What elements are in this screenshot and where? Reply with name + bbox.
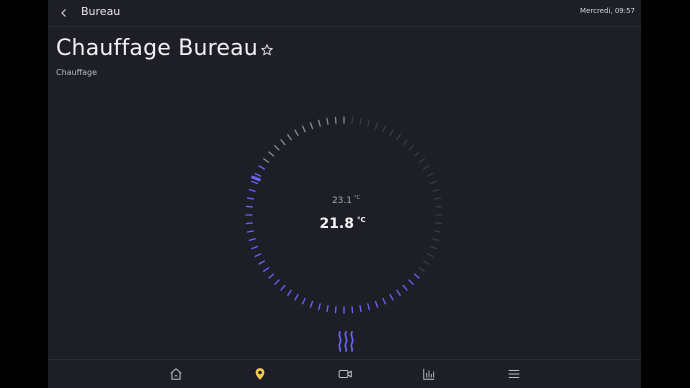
page-title: Chauffage Bureau — [56, 36, 258, 61]
nav-location[interactable] — [250, 365, 270, 383]
dial-tick — [246, 197, 255, 200]
dial-tick — [287, 134, 292, 141]
dial-tick — [418, 158, 425, 163]
heat-waves-icon — [338, 331, 354, 352]
dial-tick — [309, 122, 314, 130]
dial-tick — [408, 145, 414, 151]
dial-tick — [413, 273, 420, 279]
dial-ticks — [245, 116, 443, 314]
current-unit: °C — [357, 216, 366, 224]
room-title: Bureau — [81, 5, 121, 18]
star-icon — [261, 44, 273, 56]
dial-tick — [301, 125, 306, 133]
dial-tick — [423, 165, 430, 170]
dial-tick — [396, 134, 401, 141]
page-subtitle: Chauffage — [56, 68, 98, 77]
dial-tick — [251, 180, 259, 185]
dial-tick — [396, 289, 401, 296]
dial-tick — [389, 294, 394, 301]
dial-tick — [246, 230, 255, 233]
home-icon — [170, 368, 182, 380]
dial-tick — [426, 172, 434, 177]
dial-tick — [263, 158, 270, 163]
top-bar: Bureau Mercredi, 09:57 — [48, 0, 641, 27]
dial-tick — [382, 297, 387, 305]
thermostat-dial[interactable]: 23.1 °C 21.8 °C — [244, 115, 444, 315]
dial-tick — [359, 117, 362, 126]
dial-tick — [254, 253, 262, 258]
target-temperature: 23.1 — [332, 196, 352, 206]
dial-tick — [367, 119, 371, 127]
date-time: Mercredi, 09:57 — [580, 7, 635, 15]
dial-tick — [374, 300, 379, 308]
app-window: Bureau Mercredi, 09:57 Chauffage Bureau … — [48, 0, 641, 388]
camera-icon — [338, 370, 352, 378]
dial-tick — [274, 279, 280, 285]
heating-mode-button[interactable] — [336, 330, 356, 352]
bottom-navigation — [48, 359, 641, 388]
dial-tick — [268, 273, 275, 279]
dial-tick — [434, 205, 443, 208]
dial-tick — [326, 304, 329, 313]
dial-tick — [280, 284, 286, 291]
dial-tick — [268, 151, 275, 157]
back-button[interactable] — [56, 5, 72, 21]
chart-icon — [423, 368, 435, 380]
favorite-button[interactable] — [260, 42, 274, 56]
dial-tick — [251, 245, 259, 250]
dial-tick — [294, 129, 299, 136]
dial-tick — [294, 294, 299, 301]
nav-menu[interactable] — [504, 365, 524, 383]
nav-home[interactable] — [166, 365, 186, 383]
dial-tick — [382, 125, 387, 133]
dial-tick — [245, 222, 254, 225]
dial-tick — [413, 151, 420, 157]
chevron-left-icon — [61, 9, 66, 17]
dial-tick — [429, 180, 437, 185]
target-unit: °C — [354, 195, 361, 201]
dial-tick — [433, 230, 442, 233]
dial-tick — [432, 188, 440, 192]
dial-tick — [351, 116, 354, 125]
dial-tick — [274, 145, 280, 151]
dial-tick — [418, 267, 425, 272]
dial-tick — [402, 284, 408, 291]
dial-tick — [351, 305, 354, 314]
menu-icon — [508, 369, 520, 379]
dial-tick — [258, 260, 265, 265]
dial-tick — [433, 197, 442, 200]
dial-tick — [280, 139, 286, 146]
dial-tick — [248, 188, 256, 192]
dial-tick — [367, 303, 371, 311]
dial-tick — [317, 119, 321, 127]
dial-tick — [408, 279, 414, 285]
dial-tick — [258, 165, 265, 170]
dial-tick — [374, 122, 379, 130]
nav-camera[interactable] — [335, 365, 355, 383]
dial-tick — [429, 245, 437, 250]
nav-statistics[interactable] — [419, 365, 439, 383]
dial-tick — [287, 289, 292, 296]
dial-tick — [334, 116, 337, 125]
dial-tick — [389, 129, 394, 136]
dial-tick — [245, 205, 254, 208]
dial-tick — [326, 117, 329, 126]
dial-tick — [359, 304, 362, 313]
dial-tick — [432, 238, 440, 242]
dial-tick — [334, 305, 337, 314]
dial-tick — [248, 238, 256, 242]
dial-tick — [426, 253, 434, 258]
location-pin-icon — [255, 368, 265, 380]
dial-tick — [254, 172, 262, 177]
dial-tick — [402, 139, 408, 146]
dial-tick — [434, 222, 443, 225]
current-temperature: 21.8 — [319, 216, 354, 232]
dial-tick — [309, 300, 314, 308]
dial-tick — [301, 297, 306, 305]
dial-tick — [317, 303, 321, 311]
dial-tick — [263, 267, 270, 272]
dial-tick — [423, 260, 430, 265]
